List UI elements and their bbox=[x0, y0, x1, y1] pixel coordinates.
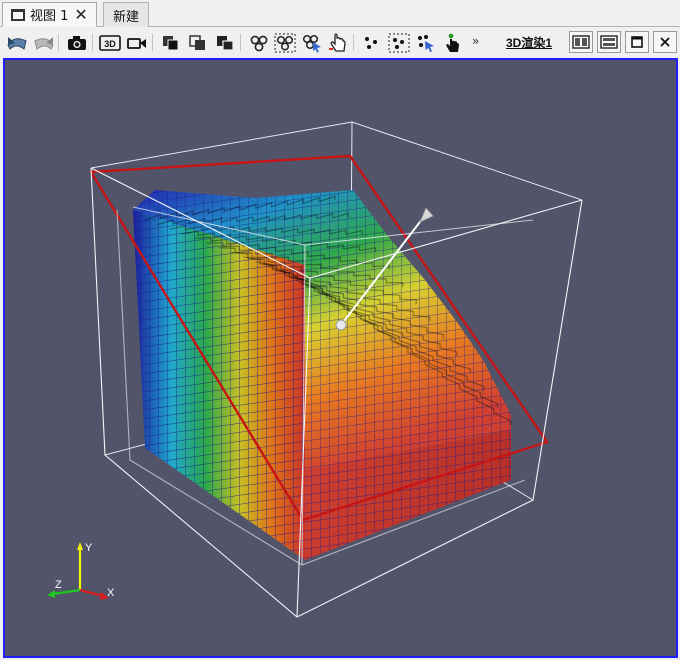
select-block-frustum-button[interactable] bbox=[272, 30, 297, 55]
block-pointer-icon bbox=[302, 34, 321, 52]
toolbar-separator bbox=[353, 34, 354, 51]
toolbar-separator bbox=[152, 34, 153, 51]
select-cells-icon bbox=[162, 35, 178, 50]
3d-toggle-icon: 3D bbox=[98, 34, 121, 51]
toolbar-overflow-button[interactable]: » bbox=[472, 34, 479, 48]
toolbar-separator bbox=[240, 34, 241, 51]
interactive-select-block-button[interactable] bbox=[299, 30, 324, 55]
points-icon bbox=[364, 36, 377, 49]
tab-view-1-label: 视图 1 bbox=[30, 9, 69, 24]
points-pointer-icon bbox=[417, 34, 434, 52]
tab-bar: 视图 1 ✕ 新建 bbox=[0, 0, 680, 27]
split-vertical-button[interactable] bbox=[597, 31, 621, 53]
tab-view-1[interactable]: 视图 1 ✕ bbox=[2, 2, 97, 27]
split-vertical-icon bbox=[600, 35, 618, 49]
select-points-frustum-button[interactable] bbox=[386, 30, 411, 55]
hand-point-icon bbox=[445, 33, 459, 52]
undo-camera-button[interactable] bbox=[4, 30, 29, 55]
hover-block-button[interactable] bbox=[325, 30, 350, 55]
camera-icon bbox=[67, 35, 86, 50]
block-frustum-icon bbox=[274, 33, 295, 52]
axis-label-z: Z bbox=[55, 579, 62, 591]
toolbar-separator bbox=[58, 34, 59, 51]
close-view-icon bbox=[660, 37, 670, 47]
interactive-select-points-button[interactable] bbox=[413, 30, 438, 55]
window-icon bbox=[11, 8, 25, 21]
axis-label-x: X bbox=[107, 587, 115, 599]
render-view-3d[interactable]: Y X Z bbox=[3, 58, 678, 658]
select-block-button[interactable] bbox=[246, 30, 271, 55]
close-icon[interactable]: ✕ bbox=[74, 6, 87, 22]
tab-new[interactable]: 新建 bbox=[103, 2, 149, 27]
tab-new-label: 新建 bbox=[112, 9, 139, 25]
maximize-icon bbox=[631, 36, 643, 48]
voxel-volume bbox=[133, 190, 512, 560]
record-animation-button[interactable] bbox=[124, 30, 149, 55]
undo-camera-icon bbox=[6, 36, 27, 50]
screenshot-button[interactable] bbox=[64, 30, 89, 55]
select-cells-frustum-button[interactable] bbox=[212, 30, 237, 55]
axis-label-y: Y bbox=[85, 542, 93, 554]
view-toolbar: 3D » 3D渲染1 bbox=[0, 28, 680, 57]
svg-text:3D: 3D bbox=[104, 39, 116, 49]
close-view-button[interactable] bbox=[653, 31, 677, 53]
split-horizontal-button[interactable] bbox=[569, 31, 593, 53]
view-type-label[interactable]: 3D渲染1 bbox=[506, 34, 552, 51]
select-points-button[interactable] bbox=[359, 30, 384, 55]
split-horizontal-icon bbox=[572, 35, 590, 49]
toggle-3d-button[interactable]: 3D bbox=[97, 30, 122, 55]
select-points-on-button[interactable] bbox=[185, 30, 210, 55]
select-cells-on-button[interactable] bbox=[158, 30, 183, 55]
redo-camera-icon bbox=[33, 36, 54, 50]
hover-points-button[interactable] bbox=[440, 30, 465, 55]
block-select-icon bbox=[250, 35, 267, 51]
video-camera-icon bbox=[126, 37, 146, 49]
toolbar-separator bbox=[92, 34, 93, 51]
hand-pointer-icon bbox=[328, 32, 346, 52]
select-points-surface-icon bbox=[188, 34, 205, 50]
points-frustum-icon bbox=[388, 33, 409, 52]
maximize-button[interactable] bbox=[625, 31, 649, 53]
orientation-axes: Y X Z bbox=[47, 542, 115, 600]
redo-camera-button[interactable] bbox=[31, 30, 56, 55]
rendered-scene: Y X Z bbox=[47, 121, 583, 618]
select-frustum-icon bbox=[216, 35, 234, 51]
